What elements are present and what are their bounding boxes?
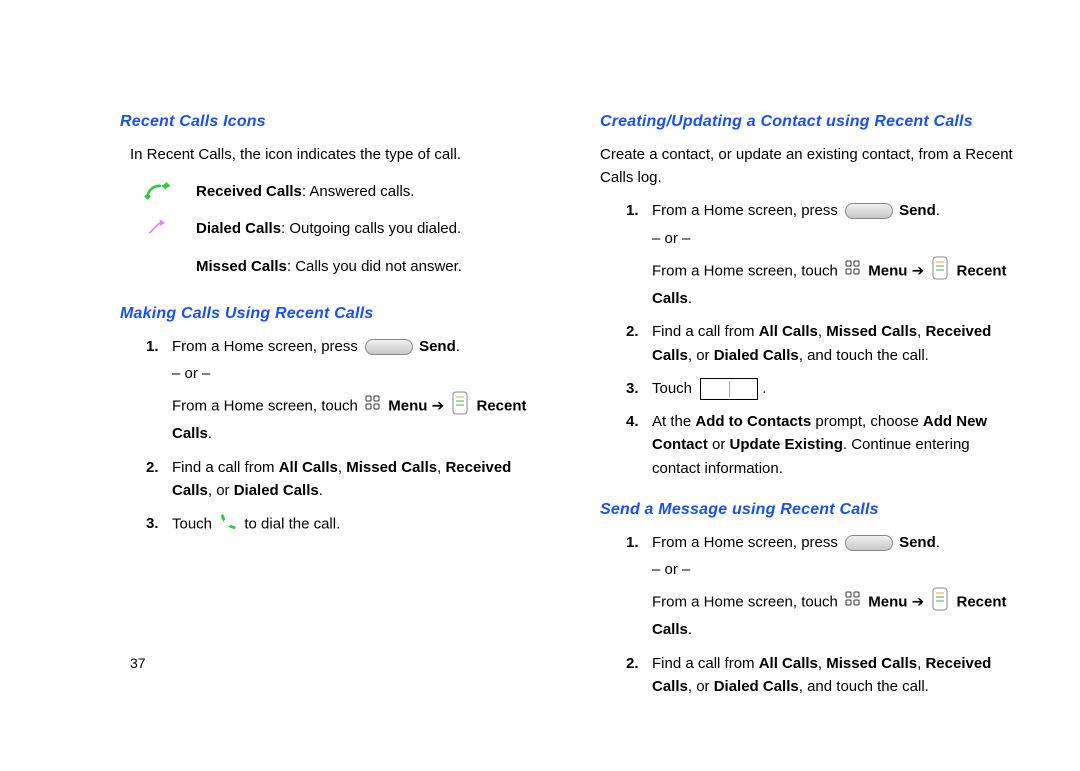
menu-grid-icon xyxy=(365,395,381,418)
or-separator: – or – xyxy=(652,558,1020,581)
dialed-calls-text: Dialed Calls: Outgoing calls you dialed. xyxy=(196,217,461,240)
step-4: At the Add to Contacts prompt, choose Ad… xyxy=(626,410,1020,480)
recent-calls-app-icon xyxy=(451,391,469,422)
received-calls-text: Received Calls: Answered calls. xyxy=(196,180,414,203)
step-3: Touch to dial the call. xyxy=(146,512,540,537)
right-column: Creating/Updating a Contact using Recent… xyxy=(600,110,1020,681)
missed-calls-text: Missed Calls: Calls you did not answer. xyxy=(196,255,462,278)
intro-right: Create a contact, or update an existing … xyxy=(600,143,1020,190)
menu-grid-icon xyxy=(845,591,861,614)
touch-button-box xyxy=(700,378,758,400)
missed-calls-row: Missed Calls: Calls you did not answer. xyxy=(142,255,540,278)
page-content: Recent Calls Icons In Recent Calls, the … xyxy=(0,0,1080,771)
step-1: From a Home screen, press Send. – or – F… xyxy=(146,335,540,446)
recent-calls-app-icon xyxy=(931,587,949,618)
intro-text: In Recent Calls, the icon indicates the … xyxy=(130,143,540,166)
received-calls-row: Received Calls: Answered calls. xyxy=(142,180,540,203)
step-3: Touch . xyxy=(626,377,1020,400)
making-calls-steps: From a Home screen, press Send. – or – F… xyxy=(120,335,540,538)
dialed-calls-icon xyxy=(142,217,174,239)
heading-making-calls: Making Calls Using Recent Calls xyxy=(120,302,540,327)
left-column: Recent Calls Icons In Recent Calls, the … xyxy=(120,110,540,681)
step-1: From a Home screen, press Send. – or – F… xyxy=(626,199,1020,310)
creating-contact-steps: From a Home screen, press Send. – or – F… xyxy=(600,199,1020,480)
phone-dial-icon xyxy=(219,512,237,537)
send-message-steps: From a Home screen, press Send. – or – F… xyxy=(600,531,1020,699)
step-2: Find a call from All Calls, Missed Calls… xyxy=(626,320,1020,367)
menu-grid-icon xyxy=(845,260,861,283)
step-1: From a Home screen, press Send. – or – F… xyxy=(626,531,1020,642)
received-calls-icon xyxy=(142,180,174,202)
send-key-icon xyxy=(365,339,413,355)
or-separator: – or – xyxy=(652,227,1020,250)
send-key-icon xyxy=(845,203,893,219)
or-separator: – or – xyxy=(172,362,540,385)
heading-send-message: Send a Message using Recent Calls xyxy=(600,498,1020,523)
recent-calls-app-icon xyxy=(931,256,949,287)
page-number: 37 xyxy=(130,655,146,671)
heading-creating-updating: Creating/Updating a Contact using Recent… xyxy=(600,110,1020,135)
dialed-calls-row: Dialed Calls: Outgoing calls you dialed. xyxy=(142,217,540,240)
send-key-icon xyxy=(845,535,893,551)
heading-recent-calls-icons: Recent Calls Icons xyxy=(120,110,540,135)
step-2: Find a call from All Calls, Missed Calls… xyxy=(626,652,1020,699)
step-2: Find a call from All Calls, Missed Calls… xyxy=(146,456,540,503)
